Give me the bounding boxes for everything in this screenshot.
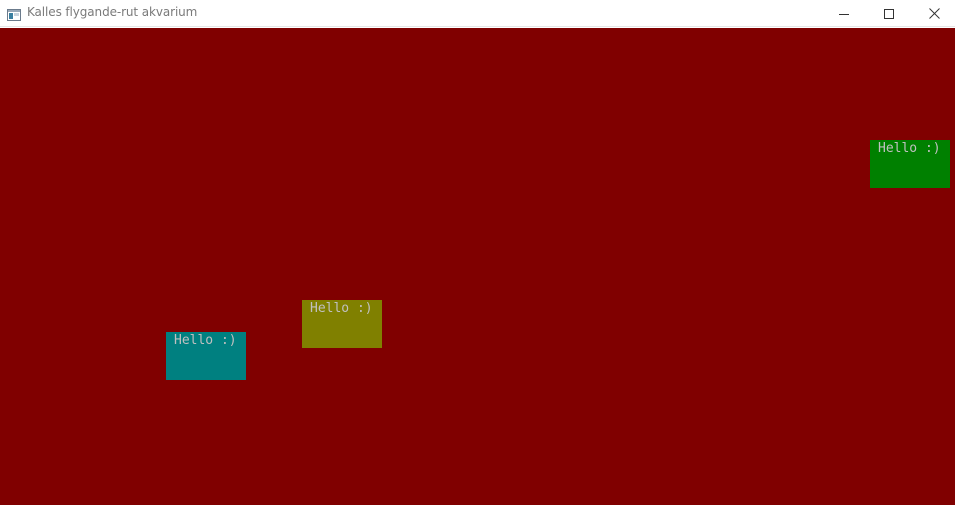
fish-square-olive[interactable]: Hello :) (302, 300, 382, 348)
app-icon (7, 6, 21, 21)
maximize-icon (884, 4, 894, 23)
fish-label: Hello :) (310, 301, 373, 316)
close-icon (928, 4, 940, 23)
fish-label: Hello :) (878, 141, 941, 156)
fish-label: Hello :) (174, 333, 237, 348)
app-window: Kalles flygande-rut akvarium Hello:) He… (0, 0, 955, 505)
aquarium-canvas: Hello :) Hello :) Hello :) (0, 28, 955, 505)
maximize-button[interactable] (866, 0, 912, 27)
fish-square-green[interactable]: Hello :) (870, 140, 950, 188)
minimize-icon (839, 4, 849, 23)
title-bar[interactable]: Kalles flygande-rut akvarium (0, 0, 955, 27)
minimize-button[interactable] (821, 0, 867, 27)
close-button[interactable] (911, 0, 955, 27)
fish-square-teal[interactable]: Hello :) (166, 332, 246, 380)
window-title: Kalles flygande-rut akvarium (27, 5, 198, 19)
